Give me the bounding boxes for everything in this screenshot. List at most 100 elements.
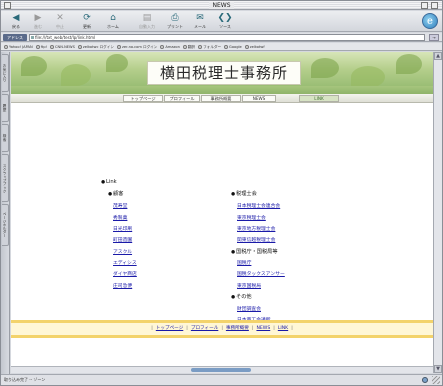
ie-logo-icon: e (422, 13, 438, 29)
favorite-link[interactable]: フォルダー (198, 43, 222, 50)
nav-tab-link[interactable]: LINK (299, 95, 339, 102)
browser-window: NEWS e ◀ 戻る ▶ 進む ✕ 中止 ⟳ 更新 ⌂ ホーム ▤ 自動入力 ⎙ プリント ✉ メール ❮❯ ソ… (0, 0, 443, 386)
favorite-link[interactable]: ftp! (35, 43, 48, 50)
group-heading-tax-accountants: 税理士会 (231, 191, 257, 198)
resize-grip-icon[interactable] (432, 376, 440, 384)
customer-link[interactable]: エディシス (113, 260, 137, 267)
autofill-icon: ▤ (142, 13, 152, 23)
favorite-link[interactable]: CNN.NEWS (50, 43, 75, 50)
site-title: 横田税理士事務所 (147, 61, 301, 85)
favorite-label: 翻訳 (187, 45, 196, 49)
footer-link-office[interactable]: 事務所概要 (226, 326, 249, 331)
go-button[interactable]: → (429, 34, 439, 41)
national-tax-link[interactable]: 東京国税局 (237, 283, 261, 290)
site-banner: 横田税理士事務所 (11, 52, 433, 94)
print-label: プリント (167, 24, 183, 29)
customer-link[interactable]: ダイヤ商店 (113, 271, 137, 278)
mail-button[interactable]: ✉ メール (191, 13, 209, 29)
mail-icon: ✉ (196, 13, 204, 23)
footer-link-link[interactable]: LINK (278, 326, 288, 331)
toolbar: e ◀ 戻る ▶ 進む ✕ 中止 ⟳ 更新 ⌂ ホーム ▤ 自動入力 ⎙ プリント ✉ メール ❮❯ ソース (1, 11, 442, 32)
other-link[interactable]: 財団調査会 (237, 306, 261, 313)
title-bar[interactable]: NEWS (1, 1, 442, 10)
side-tab[interactable]: 履歴 (2, 94, 9, 122)
forward-button[interactable]: ▶ 進む (29, 13, 47, 29)
favorite-icon (198, 45, 203, 49)
favorite-link[interactable]: zelkotwc ログイン (77, 43, 114, 50)
favorite-label: ftp! (40, 45, 48, 49)
favorite-link[interactable]: zelkotwf (244, 43, 265, 50)
nav-tab-profile[interactable]: プロフィール (164, 95, 200, 102)
nav-tab-news[interactable]: NEWS (242, 95, 276, 102)
favorite-link[interactable]: Google (224, 43, 242, 50)
horizontal-scrollbar[interactable] (11, 366, 433, 373)
tax-association-link[interactable]: 日本税理士会連合会 (237, 203, 280, 210)
favorite-icon (4, 45, 8, 49)
back-label: 戻る (12, 24, 20, 29)
stop-button[interactable]: ✕ 中止 (51, 13, 69, 29)
forward-icon: ▶ (34, 13, 42, 23)
favorite-icon (116, 45, 121, 49)
refresh-button[interactable]: ⟳ 更新 (78, 13, 96, 29)
favorite-link[interactable]: 翻訳 (182, 43, 196, 50)
forward-label: 進む (34, 24, 42, 29)
tax-association-link[interactable]: 東京税理士会 (237, 215, 266, 222)
footer-link-profile[interactable]: プロフィール (191, 326, 218, 331)
favorite-icon (224, 45, 229, 49)
address-input[interactable]: file:///txt_web/test/lp/link.html (29, 34, 425, 41)
customer-link[interactable]: 日光印刷 (113, 226, 132, 233)
back-icon: ◀ (12, 13, 20, 23)
collapse-box[interactable] (431, 2, 438, 9)
vertical-scrollbar[interactable]: ▲ ▼ (433, 52, 442, 373)
nav-tab-top[interactable]: トップページ (123, 95, 163, 102)
source-label: ソース (219, 24, 231, 29)
customer-link[interactable]: 秀製菓 (113, 215, 127, 222)
autofill-label: 自動入力 (139, 24, 155, 29)
side-tab[interactable]: スクラップブック (2, 154, 9, 202)
back-button[interactable]: ◀ 戻る (7, 13, 25, 29)
favorite-label: zelkotwc ログイン (82, 45, 114, 49)
group-heading-other: その他 (231, 294, 252, 301)
national-tax-link[interactable]: 国税庁 (237, 260, 251, 267)
status-bar: 取り込み完了 -- ゾーン (1, 374, 442, 385)
scroll-up-arrow-icon[interactable]: ▲ (434, 52, 442, 60)
zoom-box[interactable] (421, 2, 428, 9)
favorite-label: フォルダー (203, 45, 222, 49)
home-button[interactable]: ⌂ ホーム (104, 13, 122, 29)
favorite-link[interactable]: Amazon (160, 43, 180, 50)
group-heading-national-tax: 国税庁・国税局等 (231, 249, 278, 256)
side-tab[interactable]: 検索 (2, 124, 9, 152)
site-nav: トップページ プロフィール 事務所概要 NEWS LINK (11, 94, 433, 103)
footer-link-top[interactable]: トップページ (156, 326, 183, 331)
tax-association-link[interactable]: 関東信越税理士会 (237, 237, 275, 244)
home-label: ホーム (107, 24, 119, 29)
favorite-link[interactable]: zer-no.com ログイン (116, 43, 158, 50)
national-tax-link[interactable]: 国税タックスアンサー (237, 271, 285, 278)
side-tab[interactable]: ページホルダー (2, 204, 9, 246)
favorite-link[interactable]: Yahoo! JAPAN (4, 43, 33, 50)
favorite-label: Google (229, 45, 242, 49)
autofill-button[interactable]: ▤ 自動入力 (138, 13, 156, 29)
stop-icon: ✕ (56, 13, 64, 23)
print-icon: ⎙ (171, 13, 179, 23)
print-button[interactable]: ⎙ プリント (166, 13, 184, 29)
internet-zone-icon (422, 377, 428, 383)
nav-tab-office[interactable]: 事務所概要 (201, 95, 241, 102)
scroll-thumb[interactable] (191, 368, 251, 372)
favorite-icon (50, 45, 55, 49)
source-button[interactable]: ❮❯ ソース (216, 13, 234, 29)
customer-link[interactable]: アスクル (113, 249, 132, 256)
window-title: NEWS (209, 2, 234, 9)
favorite-label: Amazon (165, 45, 180, 49)
customer-link[interactable]: 庄司急便 (113, 283, 132, 290)
side-tab[interactable]: お気に入り (2, 54, 9, 92)
favorite-label: zer-no.com ログイン (121, 45, 158, 49)
favorite-label: zelkotwf (249, 45, 265, 49)
footer-link-news[interactable]: NEWS (256, 326, 270, 331)
page-viewport: 横田税理士事務所 トップページ プロフィール 事務所概要 NEWS LINK L… (11, 52, 433, 373)
customer-link[interactable]: 茂寿堂 (113, 203, 127, 210)
scroll-down-arrow-icon[interactable]: ▼ (434, 365, 442, 373)
tax-association-link[interactable]: 東京地方税理士会 (237, 226, 275, 233)
refresh-icon: ⟳ (83, 13, 91, 23)
customer-link[interactable]: 町田造園 (113, 237, 132, 244)
